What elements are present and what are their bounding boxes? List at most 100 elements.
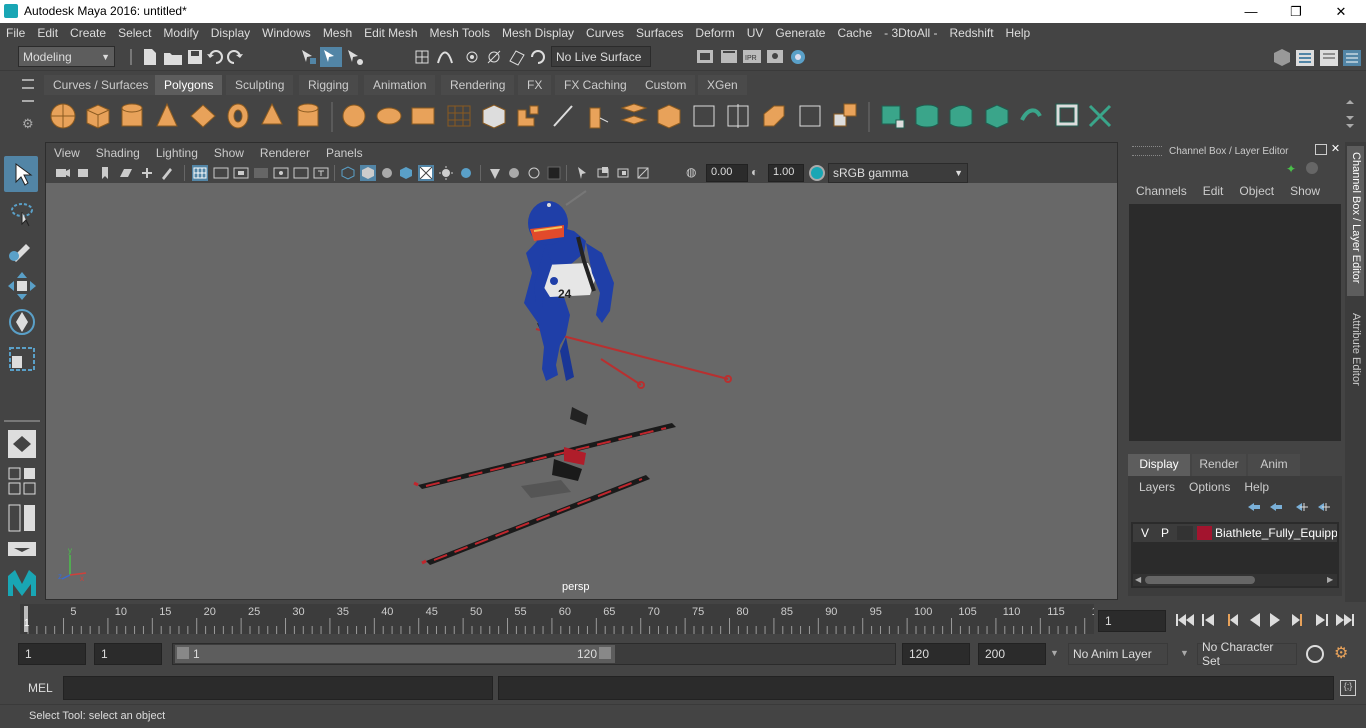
character-set-chevron-icon[interactable]: ▼ — [1180, 648, 1189, 658]
layer-tab-display[interactable]: Display — [1128, 454, 1190, 476]
live-surface-field[interactable]: No Live Surface — [551, 46, 651, 67]
go-to-start-icon[interactable] — [1176, 614, 1194, 626]
layer-color-swatch[interactable] — [1197, 526, 1212, 540]
shelf-settings-gear-icon[interactable]: ⚙ — [22, 116, 34, 132]
new-layer-icon[interactable] — [1296, 503, 1308, 511]
animation-preferences-icon[interactable]: ⚙ — [1334, 643, 1348, 663]
edit-menu[interactable]: Edit — [1203, 184, 1224, 198]
shelf-tab-sculpting[interactable]: Sculpting — [226, 75, 294, 95]
shelf-scroll-arrows[interactable] — [1346, 100, 1354, 128]
poly-cylinder-icon[interactable] — [121, 103, 143, 127]
menu-edit-mesh[interactable]: Edit Mesh — [358, 26, 423, 40]
menu-deform[interactable]: Deform — [689, 26, 740, 40]
cleanup-icon[interactable] — [517, 105, 539, 127]
backface-culling-icon[interactable] — [637, 167, 649, 179]
xray-active-components-icon[interactable] — [617, 168, 629, 178]
uv-layout-icon[interactable] — [1088, 104, 1112, 128]
viewport-menu-renderer[interactable]: Renderer — [252, 146, 318, 160]
play-forwards-icon[interactable] — [1270, 613, 1280, 627]
undo-icon[interactable] — [207, 50, 223, 64]
poly-cone-icon[interactable] — [156, 102, 178, 127]
layer-list-scrollbar[interactable]: ◀ ▶ — [1133, 574, 1337, 586]
layer-display-type-toggle[interactable] — [1177, 526, 1193, 540]
side-by-side-layout-icon[interactable] — [8, 504, 35, 532]
viewport-menu-panels[interactable]: Panels — [318, 146, 371, 160]
poly-cube-icon[interactable] — [86, 104, 110, 129]
snap-to-curve-icon[interactable] — [437, 51, 453, 64]
select-by-component-icon[interactable] — [348, 50, 363, 65]
menu-curves[interactable]: Curves — [580, 26, 630, 40]
attribute-editor-toggle-icon[interactable] — [1296, 50, 1314, 66]
grease-pencil-icon[interactable] — [162, 168, 172, 180]
range-slider-track[interactable]: 1 120 — [172, 643, 896, 665]
playback-end-field[interactable]: 120 — [902, 643, 970, 665]
field-chart-icon[interactable] — [273, 167, 289, 179]
xray-icon[interactable] — [578, 167, 586, 179]
panel-drag-handle[interactable] — [1132, 146, 1162, 156]
menu-help[interactable]: Help — [1000, 26, 1037, 40]
redo-icon[interactable] — [227, 50, 243, 64]
uv-spherical-icon[interactable] — [949, 105, 973, 128]
screen-space-ao-icon[interactable] — [461, 168, 471, 178]
fill-hole-icon[interactable] — [693, 105, 715, 127]
show-menu[interactable]: Show — [1290, 184, 1320, 198]
color-space-dropdown[interactable]: sRGB gamma ▼ — [828, 163, 968, 183]
image-plane-icon[interactable] — [120, 169, 132, 177]
mode-dropdown[interactable]: Modeling ▼ — [18, 46, 115, 67]
uv-cylindrical-icon[interactable] — [915, 104, 939, 128]
move-tool-icon[interactable] — [8, 272, 36, 300]
save-scene-icon[interactable] — [188, 50, 202, 64]
snap-to-point-icon[interactable] — [466, 51, 478, 63]
poly-plane-icon[interactable] — [190, 104, 216, 128]
open-scene-icon[interactable] — [164, 53, 182, 65]
play-backwards-icon[interactable] — [1250, 613, 1260, 627]
snap-to-grid-icon[interactable] — [415, 50, 429, 64]
menu-display[interactable]: Display — [205, 26, 256, 40]
single-perspective-view-icon[interactable] — [8, 430, 36, 458]
step-forward-key-icon[interactable] — [1292, 614, 1302, 626]
viewport-menu-view[interactable]: View — [46, 146, 88, 160]
close-panel-icon[interactable]: ✕ — [1329, 142, 1342, 156]
layer-playback-toggle[interactable]: P — [1157, 526, 1173, 540]
range-end-grip[interactable] — [599, 647, 611, 659]
insert-edge-loop-icon[interactable] — [727, 104, 749, 128]
poly-pipe-icon[interactable] — [297, 103, 319, 127]
wireframe-icon[interactable] — [341, 166, 355, 180]
two-d-pan-zoom-icon[interactable] — [142, 168, 152, 178]
current-frame-field[interactable]: 1 — [1098, 610, 1166, 632]
film-gate-icon[interactable] — [213, 167, 229, 179]
poly-torus-icon[interactable] — [227, 103, 249, 129]
select-by-hierarchy-icon[interactable] — [302, 50, 316, 64]
menu-create[interactable]: Create — [64, 26, 112, 40]
multisample-aa-icon[interactable] — [509, 168, 519, 178]
resolution-gate-icon[interactable] — [233, 167, 249, 179]
shadows-icon[interactable] — [439, 166, 453, 180]
animation-start-field[interactable]: 1 — [18, 643, 86, 665]
shelf-tab-rendering[interactable]: Rendering — [441, 75, 515, 95]
anim-layer-dropdown[interactable]: No Anim Layer — [1068, 643, 1168, 665]
move-layer-down-icon[interactable] — [1270, 503, 1282, 511]
step-forward-frame-icon[interactable] — [1316, 614, 1328, 626]
depth-of-field-icon[interactable] — [528, 167, 540, 179]
merge-icon[interactable] — [799, 105, 821, 127]
menu-mesh[interactable]: Mesh — [317, 26, 358, 40]
anim-layer-chevron-icon[interactable]: ▼ — [1050, 648, 1059, 658]
viewport-menu-shading[interactable]: Shading — [88, 146, 148, 160]
color-management-toggle-icon[interactable] — [809, 165, 825, 181]
channel-box-toggle-icon[interactable] — [1343, 50, 1361, 66]
extract-icon[interactable] — [411, 107, 435, 125]
side-tab-attribute-editor[interactable]: Attribute Editor — [1347, 307, 1364, 397]
bevel-icon[interactable] — [763, 105, 785, 127]
safe-action-icon[interactable] — [293, 167, 309, 179]
restore-button[interactable]: ❐ — [1273, 0, 1319, 23]
channel-box-option-icon[interactable] — [1306, 162, 1318, 174]
channels-menu[interactable]: Channels — [1136, 184, 1187, 198]
motion-blur-icon[interactable] — [490, 169, 500, 179]
menu-select[interactable]: Select — [112, 26, 157, 40]
layers-menu[interactable]: Layers — [1139, 480, 1175, 494]
side-tab-channel-box[interactable]: Channel Box / Layer Editor — [1347, 146, 1364, 296]
animation-end-field[interactable]: 200 — [978, 643, 1046, 665]
shelf-tab-rigging[interactable]: Rigging — [299, 75, 358, 95]
playback-start-field[interactable]: 1 — [94, 643, 162, 665]
menu-redshift[interactable]: Redshift — [944, 26, 1000, 40]
